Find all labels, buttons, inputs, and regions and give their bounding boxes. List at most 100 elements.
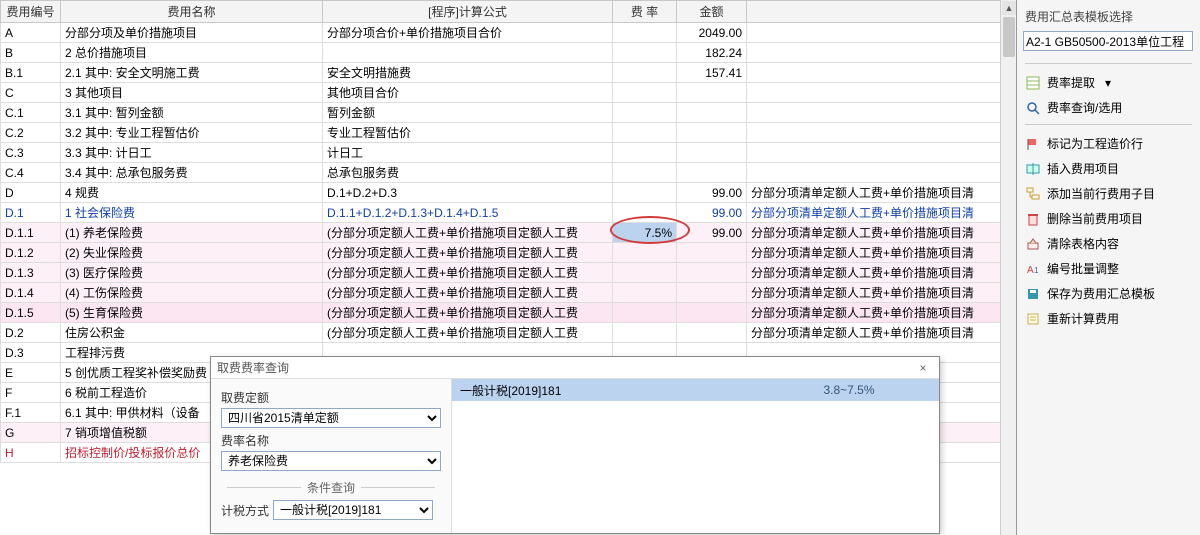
col-name[interactable]: 费用名称 bbox=[61, 1, 323, 23]
cell[interactable]: 分部分项清单定额人工费+单价措施项目清 bbox=[747, 263, 1015, 283]
ratename-select[interactable]: 养老保险费 bbox=[221, 451, 441, 471]
cell[interactable]: 3.2 其中: 专业工程暂估价 bbox=[61, 123, 323, 143]
cell[interactable] bbox=[613, 63, 677, 83]
cell[interactable] bbox=[747, 63, 1015, 83]
rate-result-row[interactable]: 一般计税[2019]181 3.8~7.5% bbox=[452, 379, 939, 401]
col-desc[interactable] bbox=[747, 1, 1015, 23]
cell[interactable] bbox=[613, 323, 677, 343]
scroll-up-arrow[interactable]: ▲ bbox=[1002, 1, 1016, 15]
cell[interactable]: 住房公积金 bbox=[61, 323, 323, 343]
side-action-save[interactable]: 保存为费用汇总模板 bbox=[1017, 281, 1200, 306]
table-row[interactable]: A分部分项及单价措施项目分部分项合价+单价措施项目合价2049.00 bbox=[1, 23, 1015, 43]
cell[interactable]: F.1 bbox=[1, 403, 61, 423]
cell[interactable]: D.1.3 bbox=[1, 263, 61, 283]
cell[interactable]: 2049.00 bbox=[677, 23, 747, 43]
close-icon[interactable]: × bbox=[913, 361, 933, 375]
cell[interactable]: D bbox=[1, 183, 61, 203]
cell[interactable]: C.3 bbox=[1, 143, 61, 163]
cell[interactable] bbox=[677, 143, 747, 163]
cell[interactable]: 3.1 其中: 暂列金额 bbox=[61, 103, 323, 123]
cell[interactable] bbox=[747, 83, 1015, 103]
cell[interactable]: 其他项目合价 bbox=[323, 83, 613, 103]
cell[interactable]: 182.24 bbox=[677, 43, 747, 63]
side-action-search[interactable]: 费率查询/选用 bbox=[1017, 95, 1200, 120]
table-row[interactable]: D.2住房公积金(分部分项定额人工费+单价措施项目定额人工费分部分项清单定额人工… bbox=[1, 323, 1015, 343]
table-row[interactable]: C.33.3 其中: 计日工计日工 bbox=[1, 143, 1015, 163]
side-action-add-child[interactable]: 添加当前行费用子目 bbox=[1017, 181, 1200, 206]
cell[interactable]: B.1 bbox=[1, 63, 61, 83]
cell[interactable]: 99.00 bbox=[677, 223, 747, 243]
cell[interactable]: C.4 bbox=[1, 163, 61, 183]
scroll-thumb[interactable] bbox=[1003, 17, 1015, 57]
table-row[interactable]: D4 规费D.1+D.2+D.399.00分部分项清单定额人工费+单价措施项目清 bbox=[1, 183, 1015, 203]
side-action-flag[interactable]: 标记为工程造价行 bbox=[1017, 131, 1200, 156]
cell[interactable]: 暂列金额 bbox=[323, 103, 613, 123]
cell[interactable]: C.2 bbox=[1, 123, 61, 143]
cell[interactable]: 专业工程暂估价 bbox=[323, 123, 613, 143]
cell[interactable]: 3.4 其中: 总承包服务费 bbox=[61, 163, 323, 183]
cell[interactable]: B bbox=[1, 43, 61, 63]
table-row[interactable]: C.43.4 其中: 总承包服务费总承包服务费 bbox=[1, 163, 1015, 183]
col-amount[interactable]: 金额 bbox=[677, 1, 747, 23]
cell[interactable] bbox=[677, 163, 747, 183]
cell[interactable]: D.1.1 bbox=[1, 223, 61, 243]
col-code[interactable]: 费用编号 bbox=[1, 1, 61, 23]
cell[interactable] bbox=[613, 263, 677, 283]
vertical-scrollbar[interactable]: ▲ bbox=[1000, 0, 1016, 535]
table-row[interactable]: D.1.1(1) 养老保险费(分部分项定额人工费+单价措施项目定额人工费7.5%… bbox=[1, 223, 1015, 243]
cell[interactable] bbox=[747, 43, 1015, 63]
cell[interactable] bbox=[677, 83, 747, 103]
col-formula[interactable]: [程序]计算公式 bbox=[323, 1, 613, 23]
table-row[interactable]: D.1.4(4) 工伤保险费(分部分项定额人工费+单价措施项目定额人工费分部分项… bbox=[1, 283, 1015, 303]
cell[interactable]: 1 社会保险费 bbox=[61, 203, 323, 223]
cell[interactable] bbox=[747, 163, 1015, 183]
cell[interactable]: 99.00 bbox=[677, 183, 747, 203]
cell[interactable] bbox=[677, 243, 747, 263]
cell[interactable] bbox=[677, 103, 747, 123]
cell[interactable]: D.3 bbox=[1, 343, 61, 363]
cell[interactable] bbox=[613, 283, 677, 303]
cell[interactable] bbox=[613, 123, 677, 143]
dialog-titlebar[interactable]: 取费费率查询 × bbox=[211, 357, 939, 379]
cell[interactable]: D.1.1+D.1.2+D.1.3+D.1.4+D.1.5 bbox=[323, 203, 613, 223]
cell[interactable]: (3) 医疗保险费 bbox=[61, 263, 323, 283]
cell[interactable]: A bbox=[1, 23, 61, 43]
cell[interactable] bbox=[677, 323, 747, 343]
col-rate[interactable]: 费 率 bbox=[613, 1, 677, 23]
cell[interactable] bbox=[747, 123, 1015, 143]
side-action-insert[interactable]: 插入费用项目 bbox=[1017, 156, 1200, 181]
cell[interactable] bbox=[613, 83, 677, 103]
cell[interactable]: (分部分项定额人工费+单价措施项目定额人工费 bbox=[323, 263, 613, 283]
cell[interactable]: D.1+D.2+D.3 bbox=[323, 183, 613, 203]
table-row[interactable]: C3 其他项目其他项目合价 bbox=[1, 83, 1015, 103]
cell[interactable]: 4 规费 bbox=[61, 183, 323, 203]
cell[interactable]: C bbox=[1, 83, 61, 103]
table-row[interactable]: C.23.2 其中: 专业工程暂估价专业工程暂估价 bbox=[1, 123, 1015, 143]
cell[interactable]: 99.00 bbox=[677, 203, 747, 223]
cell[interactable] bbox=[323, 43, 613, 63]
cell[interactable]: G bbox=[1, 423, 61, 443]
cell[interactable] bbox=[677, 283, 747, 303]
cell[interactable] bbox=[747, 103, 1015, 123]
cell[interactable]: F bbox=[1, 383, 61, 403]
cell[interactable] bbox=[613, 43, 677, 63]
cell[interactable]: 分部分项清单定额人工费+单价措施项目清 bbox=[747, 303, 1015, 323]
cell[interactable] bbox=[613, 303, 677, 323]
cell[interactable] bbox=[613, 23, 677, 43]
cell[interactable]: 分部分项清单定额人工费+单价措施项目清 bbox=[747, 243, 1015, 263]
cell[interactable] bbox=[613, 203, 677, 223]
table-row[interactable]: C.13.1 其中: 暂列金额暂列金额 bbox=[1, 103, 1015, 123]
cell[interactable]: 分部分项清单定额人工费+单价措施项目清 bbox=[747, 223, 1015, 243]
side-action-recalc[interactable]: 重新计算费用 bbox=[1017, 306, 1200, 331]
cell[interactable]: 分部分项清单定额人工费+单价措施项目清 bbox=[747, 283, 1015, 303]
cell[interactable]: 分部分项清单定额人工费+单价措施项目清 bbox=[747, 203, 1015, 223]
cell[interactable]: D.1.2 bbox=[1, 243, 61, 263]
table-row[interactable]: D.1.2(2) 失业保险费(分部分项定额人工费+单价措施项目定额人工费分部分项… bbox=[1, 243, 1015, 263]
cell[interactable]: D.2 bbox=[1, 323, 61, 343]
cell[interactable]: D.1.5 bbox=[1, 303, 61, 323]
cell[interactable]: (2) 失业保险费 bbox=[61, 243, 323, 263]
cell[interactable]: E bbox=[1, 363, 61, 383]
cell[interactable]: (1) 养老保险费 bbox=[61, 223, 323, 243]
cell[interactable]: C.1 bbox=[1, 103, 61, 123]
cell[interactable]: 计日工 bbox=[323, 143, 613, 163]
